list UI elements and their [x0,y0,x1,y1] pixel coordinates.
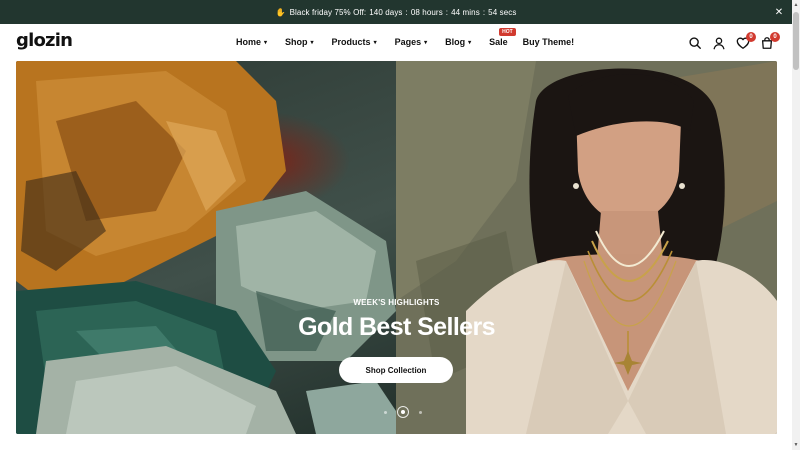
countdown-separator: : [405,7,408,17]
nav-item-label: Buy Theme! [522,37,575,47]
countdown-mins: 44 mins [451,7,480,17]
nav-item-label: Blog [445,37,466,47]
nav-item-blog[interactable]: Blog ▾ [445,37,471,47]
chevron-down-icon: ▾ [373,39,377,46]
slider-dots [379,406,427,418]
hero-text: WEEK'S HIGHLIGHTS Gold Best Sellers [16,298,777,342]
waving-hand-icon: ✋ [275,7,286,17]
shop-collection-button[interactable]: Shop Collection [339,357,453,383]
announcement-bar: ✋ Black friday 75% Off: 140 days : 08 ho… [0,0,792,24]
nav-item-label: Pages [394,37,422,47]
nav-item-products[interactable]: Products ▾ [332,37,377,47]
nav-item-label: Shop [285,37,308,47]
model-portrait-image [396,61,777,434]
chevron-down-icon: ▾ [468,39,472,46]
hot-badge: HOT [499,28,516,36]
hero-image-right [396,61,777,434]
hero-kicker: WEEK'S HIGHLIGHTS [353,298,440,307]
gemstone-rocks-image [16,61,396,434]
countdown-secs: 54 secs [488,7,517,17]
slider-dot[interactable] [384,410,387,414]
header-actions: 0 0 [678,32,780,50]
site-header: glozin Home ▾ Shop ▾ Products ▾ Pages ▾ … [0,24,792,61]
cart-count-badge: 0 [770,32,780,42]
nav-item-label: Home [236,37,262,47]
scrollbar-thumb[interactable] [793,12,799,70]
bag-icon[interactable]: 0 [760,32,780,50]
page-scrollbar[interactable]: ▲ ▼ [792,0,800,450]
scroll-down-arrow-icon[interactable]: ▼ [792,440,800,450]
close-icon[interactable]: ✕ [772,5,786,19]
heart-icon[interactable]: 0 [736,32,756,50]
nav-item-pages[interactable]: Pages ▾ [395,37,428,47]
countdown-days: 140 days [369,7,403,17]
slider-dot-active[interactable] [397,406,409,418]
nav-item-label: Sale [489,37,508,47]
scroll-up-arrow-icon[interactable]: ▲ [792,0,800,10]
main-nav: Home ▾ Shop ▾ Products ▾ Pages ▾ Blog ▾ … [236,28,592,47]
slider-dot[interactable] [419,410,422,414]
hero-headline: Gold Best Sellers [298,313,495,341]
countdown-separator: : [482,7,486,17]
chevron-down-icon: ▾ [424,39,428,46]
nav-item-label: Products [331,37,371,47]
chevron-down-icon: ▾ [310,39,314,46]
user-icon[interactable] [712,36,726,50]
nav-item-buy-theme[interactable]: Buy Theme! [523,37,575,47]
countdown-hours: 08 hours [410,7,443,17]
hero-image-left [16,61,396,434]
wishlist-count-badge: 0 [746,32,756,42]
hero-banner[interactable]: WEEK'S HIGHLIGHTS Gold Best Sellers Shop… [16,61,777,434]
search-icon[interactable] [688,36,702,50]
chevron-down-icon: ▾ [264,39,268,46]
announcement-text: Black friday 75% Off: [289,7,367,17]
nav-item-home[interactable]: Home ▾ [236,37,267,47]
nav-item-shop[interactable]: Shop ▾ [285,37,314,47]
logo[interactable]: glozin [16,30,73,51]
countdown-separator: : [445,7,449,17]
nav-item-sale[interactable]: Sale HOT [489,28,516,47]
